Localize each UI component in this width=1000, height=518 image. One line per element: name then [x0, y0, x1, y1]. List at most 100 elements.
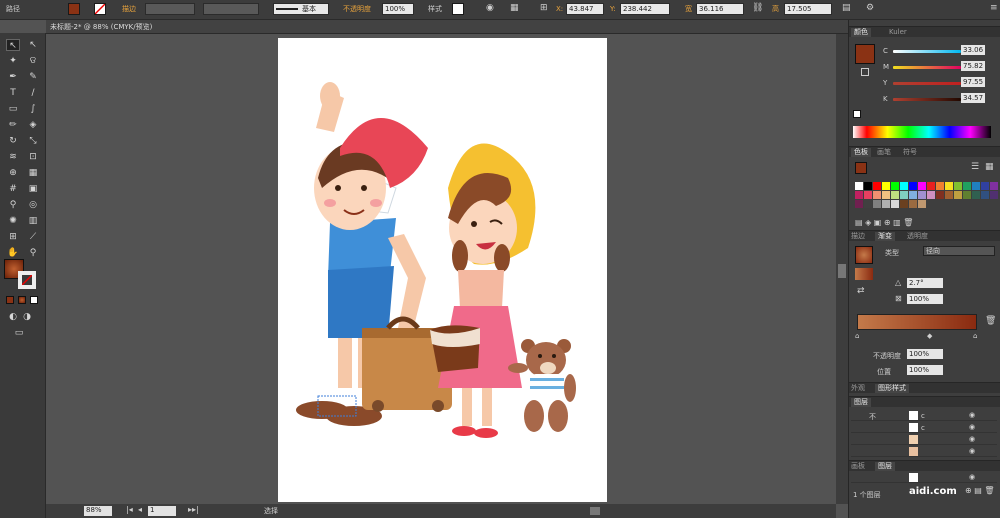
channel-y-value[interactable]: 97.55 — [961, 77, 985, 87]
align-icon[interactable]: ▦ — [510, 3, 519, 13]
tab-gradient[interactable]: 渐变 — [875, 232, 895, 241]
tab-kuler[interactable]: Kuler — [889, 28, 907, 37]
swatch-color[interactable] — [945, 191, 953, 199]
delete-stop-icon[interactable]: 🗑 — [985, 316, 996, 326]
channel-m-value[interactable]: 75.82 — [961, 61, 985, 71]
visibility-eye-icon[interactable]: ◉ — [969, 447, 975, 455]
brush-definition-dropdown[interactable]: 基本 — [273, 3, 329, 15]
swatch-color[interactable] — [909, 191, 917, 199]
rectangle-tool-icon[interactable]: ▭ — [6, 103, 20, 115]
swatch-color[interactable] — [864, 182, 872, 190]
swatch-color[interactable] — [864, 200, 872, 208]
swatch-color[interactable] — [873, 191, 881, 199]
curvature-tool-icon[interactable]: ✎ — [26, 71, 40, 83]
swatch-color[interactable] — [891, 191, 899, 199]
reverse-gradient-icon[interactable]: ⇄ — [857, 286, 865, 296]
screen-mode-icon[interactable]: ▭ — [12, 327, 26, 339]
selection-tool-icon[interactable]: ↖ — [6, 39, 20, 51]
lasso-tool-icon[interactable]: ଡ — [26, 55, 40, 67]
fill-stroke-gradient-icon[interactable] — [855, 268, 873, 280]
tab-swatches[interactable]: 色板 — [851, 148, 871, 157]
layer-row[interactable]: ◉ — [851, 472, 997, 483]
channel-k-slider[interactable] — [893, 98, 961, 101]
prev-artboard-icon[interactable]: ◂ — [138, 505, 142, 514]
layer-row[interactable]: ◉ — [851, 434, 997, 445]
pen-tool-icon[interactable]: ✒ — [6, 71, 20, 83]
swatch-color[interactable] — [945, 182, 953, 190]
reference-point-icon[interactable]: ⊞ — [540, 3, 548, 13]
rotate-tool-icon[interactable]: ↻ — [6, 135, 20, 147]
swatch-color[interactable] — [864, 191, 872, 199]
artboard[interactable] — [278, 38, 607, 502]
graphic-style-swatch[interactable] — [452, 3, 464, 15]
swatch-color[interactable] — [873, 200, 881, 208]
none-color-icon[interactable] — [853, 110, 861, 118]
gradient-angle-field[interactable]: 2.7° — [907, 278, 943, 288]
stroke-weight-field[interactable] — [145, 3, 195, 15]
visibility-eye-icon[interactable]: ◉ — [969, 423, 975, 431]
artboard-number-field[interactable]: 1 — [148, 506, 176, 516]
panel-menu-icon[interactable]: ≡ — [990, 3, 998, 13]
zoom-field[interactable]: 88% — [84, 506, 112, 516]
recolor-icon[interactable]: ◉ — [486, 3, 494, 13]
line-tool-icon[interactable]: ∕ — [26, 87, 40, 99]
transform-icon[interactable]: ▤ — [842, 3, 851, 13]
pencil-tool-icon[interactable]: ✏ — [6, 119, 20, 131]
tab-transparency[interactable]: 透明度 — [907, 232, 928, 241]
tab-layers[interactable]: 图层 — [851, 398, 871, 407]
tab-symbols[interactable]: 符号 — [903, 148, 917, 157]
swatch-color[interactable] — [882, 200, 890, 208]
gradient-mode-icon[interactable] — [18, 296, 26, 304]
swatch-color[interactable] — [900, 191, 908, 199]
fill-swatch[interactable] — [68, 3, 80, 15]
opacity-label[interactable]: 不透明度 — [343, 4, 371, 14]
swatch-color[interactable] — [990, 191, 998, 199]
free-transform-tool-icon[interactable]: ⊡ — [26, 151, 40, 163]
gradient-slider[interactable] — [857, 314, 977, 330]
swatch-color[interactable] — [900, 182, 908, 190]
vertical-scrollbar[interactable] — [836, 34, 848, 504]
eraser-tool-icon[interactable]: ◈ — [26, 119, 40, 131]
tab-appearance[interactable]: 外观 — [851, 384, 865, 393]
y-field[interactable]: 238.442 — [620, 3, 670, 15]
swatch-color[interactable] — [882, 191, 890, 199]
layer-row[interactable]: 不 c ◉ — [851, 410, 997, 421]
tab-graphic-styles[interactable]: 图形样式 — [875, 384, 909, 393]
color-stroke-box[interactable] — [861, 68, 869, 76]
channel-c-value[interactable]: 33.06 — [961, 45, 985, 55]
channel-m-slider[interactable] — [893, 66, 961, 69]
swatch-color[interactable] — [963, 191, 971, 199]
paintbrush-tool-icon[interactable]: ∫ — [26, 103, 40, 115]
document-tab[interactable]: 未标题-2* @ 88% (CMYK/预览) — [50, 22, 152, 32]
swatch-grid[interactable] — [855, 182, 998, 216]
swatch-color[interactable] — [900, 200, 908, 208]
gradient-stop-right-icon[interactable]: ⌂ — [973, 332, 977, 340]
swatch-fill-preview[interactable] — [855, 162, 867, 174]
tab-stroke[interactable]: 描边 — [851, 232, 865, 241]
swatch-color[interactable] — [990, 182, 998, 190]
channel-c-slider[interactable] — [893, 50, 961, 53]
stroke-color-box[interactable] — [18, 271, 36, 289]
none-mode-icon[interactable] — [30, 296, 38, 304]
swatch-color[interactable] — [963, 182, 971, 190]
horizontal-scroll-thumb[interactable] — [590, 507, 600, 515]
gradient-thumbnail[interactable] — [855, 246, 873, 264]
swatch-color[interactable] — [891, 200, 899, 208]
symbol-sprayer-tool-icon[interactable]: ✺ — [6, 215, 20, 227]
gradient-location-field[interactable]: 100% — [907, 365, 943, 375]
color-fill-box[interactable] — [855, 44, 875, 64]
gradient-opacity-field[interactable]: 100% — [907, 349, 943, 359]
tab-color[interactable]: 颜色 — [851, 28, 871, 37]
thumbnail-view-icon[interactable]: ▦ — [985, 162, 994, 172]
next-artboard-icon[interactable]: ▸▸| — [188, 505, 199, 514]
swatch-color[interactable] — [855, 182, 863, 190]
layers-footer-icons[interactable]: ⊕ ▤ 🗑 — [965, 486, 995, 495]
gradient-tool-icon[interactable]: ▣ — [26, 183, 40, 195]
magic-wand-tool-icon[interactable]: ✦ — [6, 55, 20, 67]
draw-behind-icon[interactable]: ◑ — [20, 311, 34, 323]
shape-builder-tool-icon[interactable]: ⊕ — [6, 167, 20, 179]
layer-row[interactable]: ◉ — [851, 446, 997, 457]
swatch-color[interactable] — [918, 182, 926, 190]
gradient-midpoint-icon[interactable]: ◆ — [927, 332, 932, 340]
color-spectrum[interactable] — [853, 126, 991, 138]
